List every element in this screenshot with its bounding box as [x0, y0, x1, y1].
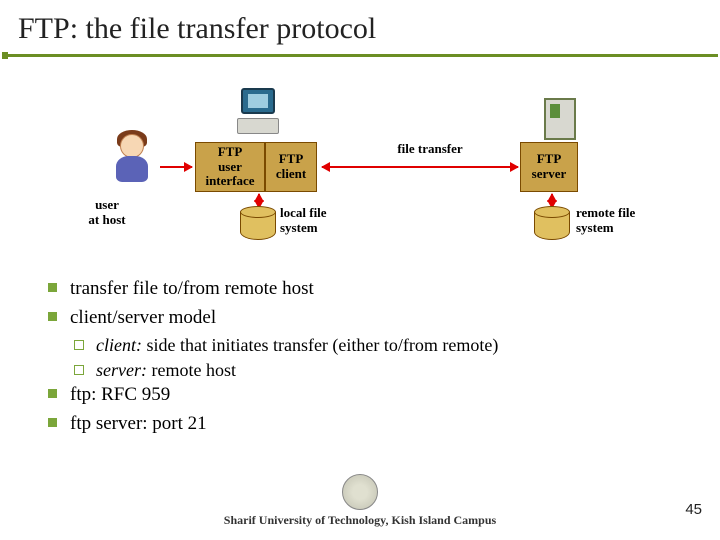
client-computer-icon — [235, 88, 281, 138]
ftp-user-interface-box: FTP user interface — [195, 142, 265, 192]
bullet-list: transfer file to/from remote host client… — [46, 276, 686, 439]
server-computer-icon — [540, 94, 580, 142]
ftp-server-box: FTP server — [520, 142, 578, 192]
arrow-client-server — [322, 166, 518, 168]
user-illustration — [108, 130, 158, 190]
bullet-2: client/server model — [46, 305, 686, 331]
local-fs-icon — [240, 206, 276, 246]
slide-title: FTP: the file transfer protocol — [0, 0, 720, 50]
page-number: 45 — [685, 501, 702, 518]
bullet-1: transfer file to/from remote host — [46, 276, 686, 302]
bullet-3: ftp: RFC 959 — [46, 382, 686, 408]
local-fs-label: local file system — [280, 206, 360, 236]
bullet-4: ftp server: port 21 — [46, 411, 686, 437]
file-transfer-label: file transfer — [370, 142, 490, 157]
remote-fs-icon — [534, 206, 570, 246]
user-at-host-label: user at host — [72, 198, 142, 228]
footer-text: Sharif University of Technology, Kish Is… — [0, 513, 720, 528]
ftp-client-box: FTP client — [265, 142, 317, 192]
bullet-2b: server: remote host — [72, 358, 686, 382]
footer-logo-icon — [342, 474, 378, 510]
remote-fs-label: remote file system — [576, 206, 676, 236]
bullet-2a: client: side that initiates transfer (ei… — [72, 333, 686, 357]
arrow-user-to-ui — [160, 166, 192, 168]
title-underline — [2, 54, 718, 57]
diagram: FTP user interface FTP client FTP server… — [0, 80, 720, 250]
